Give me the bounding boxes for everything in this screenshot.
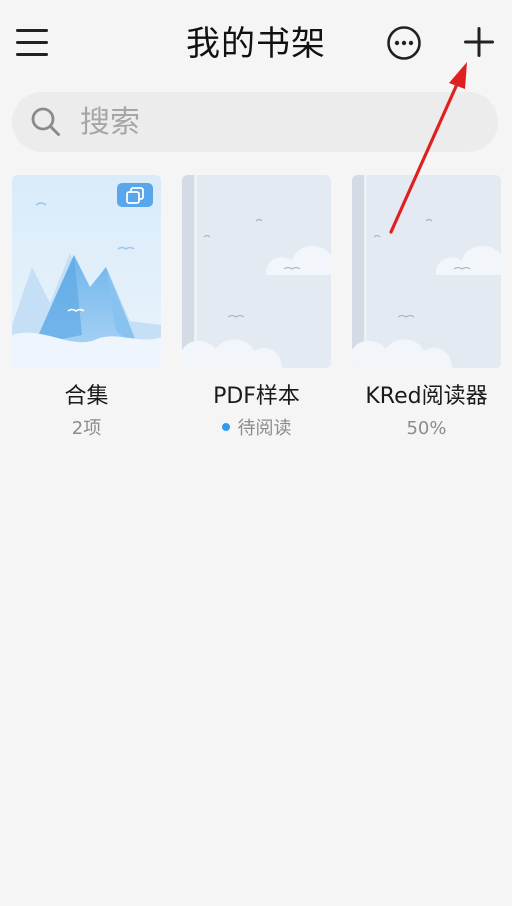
page-title: 我的书架: [186, 24, 326, 64]
book-count: 2项: [71, 418, 102, 439]
book-item-collection[interactable]: 合集 2项: [12, 175, 161, 440]
search-input[interactable]: [80, 100, 480, 144]
book-cover[interactable]: [182, 175, 331, 368]
book-item-pdf-sample[interactable]: PDF样本 待阅读: [182, 175, 331, 440]
unread-dot-icon: [221, 423, 230, 431]
book-item-kred-reader[interactable]: KRed阅读器 50%: [352, 175, 501, 440]
search-bar[interactable]: [12, 92, 498, 152]
cloud-cover-illustration: [352, 175, 501, 368]
book-title: 合集: [64, 384, 109, 409]
book-cover[interactable]: [352, 175, 501, 368]
reading-progress: 50%: [406, 418, 447, 439]
book-title: PDF样本: [213, 384, 300, 409]
book-title: KRed阅读器: [365, 384, 488, 409]
cloud-cover-illustration: [182, 175, 331, 368]
book-cover[interactable]: [12, 175, 161, 368]
plus-icon: [464, 27, 494, 57]
more-options-icon[interactable]: [386, 25, 422, 61]
add-book-button[interactable]: [459, 22, 499, 62]
book-status: 待阅读: [182, 418, 331, 440]
bookshelf-screen: 我的书架 搜索 合集 2项 PDF样本 待阅读 KRed阅读器 50%: [0, 0, 512, 906]
book-status-text: 待阅读: [237, 418, 292, 439]
search-icon: [30, 106, 62, 138]
app-header: 我的书架: [0, 0, 512, 88]
collection-icon: [117, 183, 153, 207]
